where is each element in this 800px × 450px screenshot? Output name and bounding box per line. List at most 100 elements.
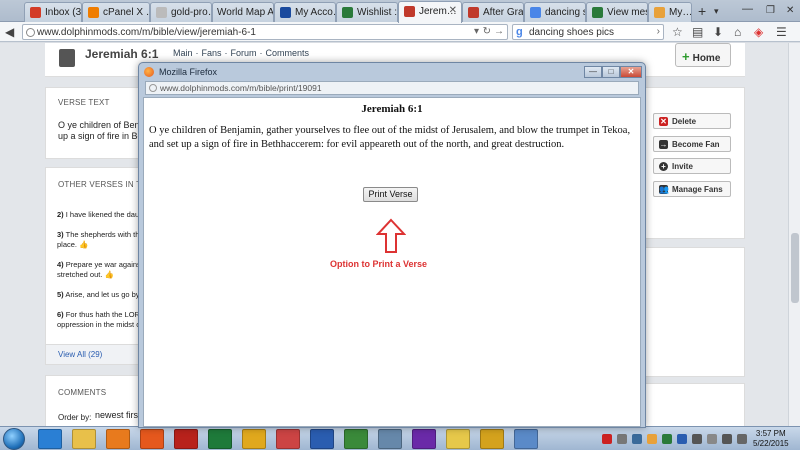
new-tab-icon[interactable]: + bbox=[698, 3, 706, 19]
tray-power-icon[interactable] bbox=[707, 434, 717, 444]
print-verse-button[interactable]: Print Verse bbox=[363, 187, 418, 202]
search-go-icon[interactable]: › bbox=[657, 26, 660, 37]
thumbs-up-icon[interactable]: 👍 bbox=[79, 240, 88, 249]
start-button-icon[interactable] bbox=[3, 428, 25, 450]
subnav-main[interactable]: Main bbox=[173, 48, 193, 58]
sticky-icon[interactable] bbox=[446, 429, 470, 449]
tab-6-active[interactable]: Jerem… ✕ bbox=[398, 1, 462, 23]
tray-pdf-icon[interactable] bbox=[602, 434, 612, 444]
windows-taskbar: 3:57 PM 5/22/2015 bbox=[0, 426, 800, 450]
list-item[interactable]: 4) Prepare ye war agains stretched out. 👍 bbox=[57, 260, 141, 280]
verse-snippet-cont: oppression in the midst o bbox=[57, 320, 141, 329]
tab-label: My Acco… bbox=[295, 7, 335, 18]
explorer-icon[interactable] bbox=[72, 429, 96, 449]
tray-monitor-icon[interactable] bbox=[632, 434, 642, 444]
tab-label: My… bbox=[669, 7, 692, 18]
subnav-sep: · bbox=[195, 48, 199, 58]
minimize-window-icon[interactable]: — bbox=[742, 3, 753, 15]
home-button[interactable]: + Home bbox=[675, 43, 731, 67]
users-icon: 👥 bbox=[659, 185, 669, 194]
word-icon[interactable] bbox=[310, 429, 334, 449]
firefox-icon[interactable] bbox=[140, 429, 164, 449]
tab-strip: Inbox (35… cPanel X … gold-pro… World Ma… bbox=[0, 0, 800, 23]
print-verse-text: O ye children of Benjamin, gather yourse… bbox=[149, 125, 631, 150]
list-item[interactable]: 5) Arise, and let us go by bbox=[57, 290, 140, 300]
tray-volume-icon[interactable] bbox=[737, 434, 747, 444]
view-all-link[interactable]: View All (29) bbox=[58, 350, 102, 359]
ab-icon[interactable] bbox=[378, 429, 402, 449]
manage-fans-button[interactable]: 👥 Manage Fans bbox=[653, 181, 731, 197]
tray-help-icon[interactable] bbox=[677, 434, 687, 444]
close-tab-icon[interactable]: ✕ bbox=[449, 5, 457, 16]
tab-4[interactable]: My Acco… bbox=[274, 2, 336, 22]
back-icon[interactable]: ◀ bbox=[5, 25, 14, 39]
subnav-forum[interactable]: Forum bbox=[231, 48, 257, 58]
become-fan-button[interactable]: → Become Fan bbox=[653, 136, 731, 152]
menu-icon[interactable]: ☰ bbox=[776, 25, 787, 39]
paint-icon[interactable] bbox=[276, 429, 300, 449]
system-clock[interactable]: 3:57 PM 5/22/2015 bbox=[753, 429, 789, 449]
dropdown-arrow-icon[interactable]: ▾ bbox=[474, 26, 479, 37]
tray-wifi-icon[interactable] bbox=[722, 434, 732, 444]
wishlist-icon bbox=[342, 7, 353, 18]
filezilla-icon[interactable] bbox=[174, 429, 198, 449]
list-item[interactable]: 6) For thus hath the LOR oppression in th… bbox=[57, 310, 140, 330]
search-input[interactable]: g dancing shoes pics › bbox=[512, 24, 664, 40]
subnav-comments[interactable]: Comments bbox=[266, 48, 310, 58]
bookmarks-icon[interactable]: ▤ bbox=[692, 25, 703, 39]
paypal-icon bbox=[280, 7, 291, 18]
paint-brush-icon[interactable] bbox=[514, 429, 538, 449]
tab-2[interactable]: gold-pro… bbox=[150, 2, 212, 22]
tray-app-icon[interactable] bbox=[647, 434, 657, 444]
download-icon[interactable]: ⬇ bbox=[713, 25, 723, 39]
side-panel-bottom bbox=[645, 383, 745, 426]
gmail-icon bbox=[30, 7, 41, 18]
tray-app-icon[interactable] bbox=[662, 434, 672, 444]
subnav-fans[interactable]: Fans bbox=[202, 48, 222, 58]
home-label: Home bbox=[692, 53, 721, 64]
forward-icon[interactable]: → bbox=[494, 26, 504, 37]
media-player-icon[interactable] bbox=[106, 429, 130, 449]
tab-8[interactable]: dancing s… bbox=[524, 2, 586, 22]
chrome-icon[interactable] bbox=[242, 429, 266, 449]
popup-maximize-button[interactable]: □ bbox=[602, 66, 620, 78]
url-bar[interactable]: www.dolphinmods.com/m/bible/view/jeremia… bbox=[22, 24, 508, 40]
bookmark-star-icon[interactable]: ☆ bbox=[672, 25, 683, 39]
verse-snippet-cont: stretched out. bbox=[57, 270, 103, 279]
verse-snippet-cont: place. bbox=[57, 240, 78, 249]
excel-icon[interactable] bbox=[208, 429, 232, 449]
list-item[interactable]: 2) I have likened the dau bbox=[57, 210, 139, 220]
tab-9[interactable]: View mes… bbox=[586, 2, 648, 22]
order-select[interactable]: newest first bbox=[92, 410, 144, 421]
list-item[interactable]: 3) The shepherds with th place. 👍 bbox=[57, 230, 139, 250]
close-window-icon[interactable]: ✕ bbox=[786, 5, 794, 16]
tray-flag-icon[interactable] bbox=[692, 434, 702, 444]
reload-icon[interactable]: ↻ bbox=[483, 26, 491, 37]
popup-close-button[interactable]: ✕ bbox=[620, 66, 642, 78]
tab-list-icon[interactable]: ▾ bbox=[714, 6, 719, 17]
ue-icon[interactable] bbox=[480, 429, 504, 449]
print-popup-window: Mozilla Firefox — □ ✕ www.dolphinmods.co… bbox=[138, 62, 646, 428]
page-scrollbar[interactable] bbox=[788, 43, 800, 426]
frog-icon[interactable] bbox=[344, 429, 368, 449]
ie-icon[interactable] bbox=[38, 429, 62, 449]
delete-button[interactable]: ✕ Delete bbox=[653, 113, 731, 129]
verse-snippet: For thus hath the LOR bbox=[65, 310, 140, 319]
tab-7[interactable]: After Gra… bbox=[462, 2, 524, 22]
tab-1[interactable]: cPanel X … bbox=[82, 2, 150, 22]
restore-window-icon[interactable]: ❐ bbox=[766, 5, 775, 16]
tab-3[interactable]: World Map A… bbox=[212, 2, 274, 22]
popup-minimize-button[interactable]: — bbox=[584, 66, 602, 78]
tab-5[interactable]: Wishlist :… bbox=[336, 2, 398, 22]
tab-10[interactable]: My… bbox=[648, 2, 692, 22]
thumbs-up-icon[interactable]: 👍 bbox=[105, 270, 114, 279]
page-title: Jeremiah 6:1 bbox=[85, 47, 159, 61]
tray-network-icon[interactable] bbox=[617, 434, 627, 444]
tab-label: dancing s… bbox=[545, 7, 585, 18]
media-icon[interactable] bbox=[412, 429, 436, 449]
home-icon[interactable]: ⌂ bbox=[734, 25, 741, 39]
pocket-icon[interactable]: ◈ bbox=[754, 25, 763, 39]
tab-0[interactable]: Inbox (35… bbox=[24, 2, 82, 22]
scrollbar-thumb[interactable] bbox=[791, 233, 799, 303]
invite-button[interactable]: + Invite bbox=[653, 158, 731, 174]
